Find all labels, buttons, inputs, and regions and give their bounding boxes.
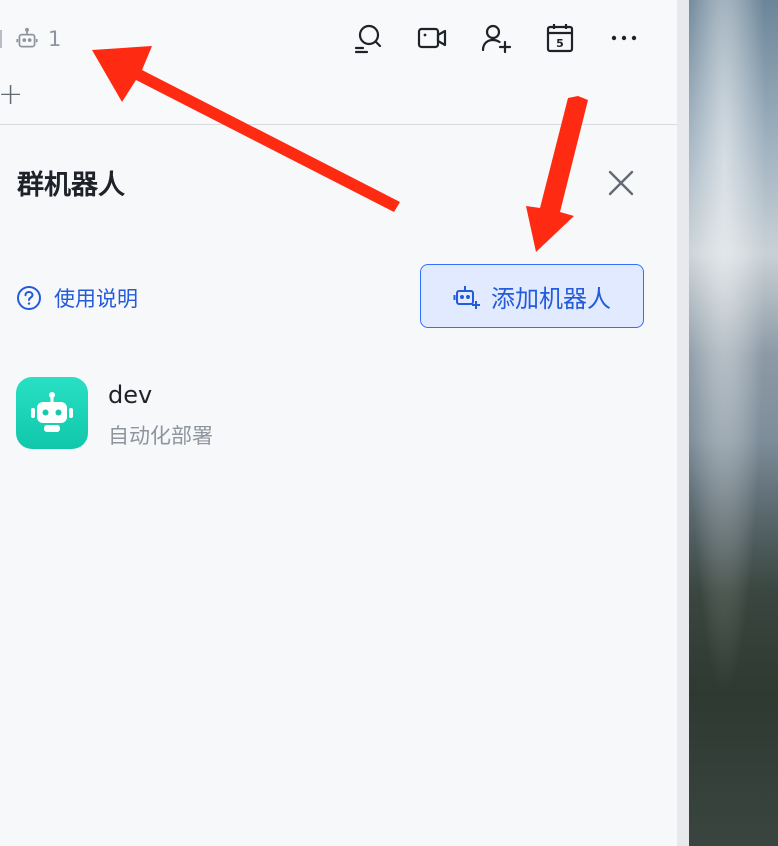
bot-description: 自动化部署 — [108, 424, 213, 448]
help-circle-icon — [17, 286, 41, 310]
video-call-button[interactable] — [414, 20, 450, 56]
group-bot-count-button[interactable]: 1 — [0, 24, 61, 54]
more-button[interactable] — [606, 20, 642, 56]
add-tab-button[interactable]: + — [0, 80, 24, 110]
header-edge-divider — [0, 30, 2, 48]
desktop-wallpaper — [689, 0, 778, 846]
add-member-icon — [481, 24, 512, 54]
close-drawer-button[interactable] — [603, 165, 639, 201]
more-icon — [611, 35, 637, 41]
bot-info: dev 自动化部署 — [108, 379, 213, 451]
bot-name: dev — [108, 381, 153, 409]
usage-guide-link[interactable]: 使用说明 — [16, 282, 138, 314]
add-bot-label: 添加机器人 — [491, 284, 611, 313]
drawer-title: 群机器人 — [17, 170, 125, 201]
usage-guide-label: 使用说明 — [54, 287, 138, 311]
robot-icon — [16, 27, 38, 48]
chat-side-panel: 1 + 5 群机器人 使用说明 添加机器人 dev 自动化部署 — [0, 0, 677, 846]
bot-count-label: 1 — [48, 27, 62, 51]
chat-header: 1 + 5 — [0, 0, 677, 125]
add-bot-button[interactable]: 添加机器人 — [420, 264, 644, 328]
search-button[interactable] — [350, 20, 386, 56]
video-icon — [417, 27, 447, 49]
window-edge — [677, 0, 689, 846]
bot-list-item[interactable]: dev 自动化部署 — [16, 377, 636, 453]
calendar-icon: 5 — [546, 24, 574, 53]
add-robot-icon — [453, 286, 480, 309]
calendar-button[interactable]: 5 — [542, 20, 578, 56]
bot-avatar — [16, 377, 88, 449]
add-member-button[interactable] — [478, 20, 514, 56]
close-icon — [608, 170, 634, 196]
search-icon — [354, 24, 382, 54]
robot-avatar-icon — [31, 392, 73, 432]
calendar-day-label: 5 — [556, 37, 564, 50]
